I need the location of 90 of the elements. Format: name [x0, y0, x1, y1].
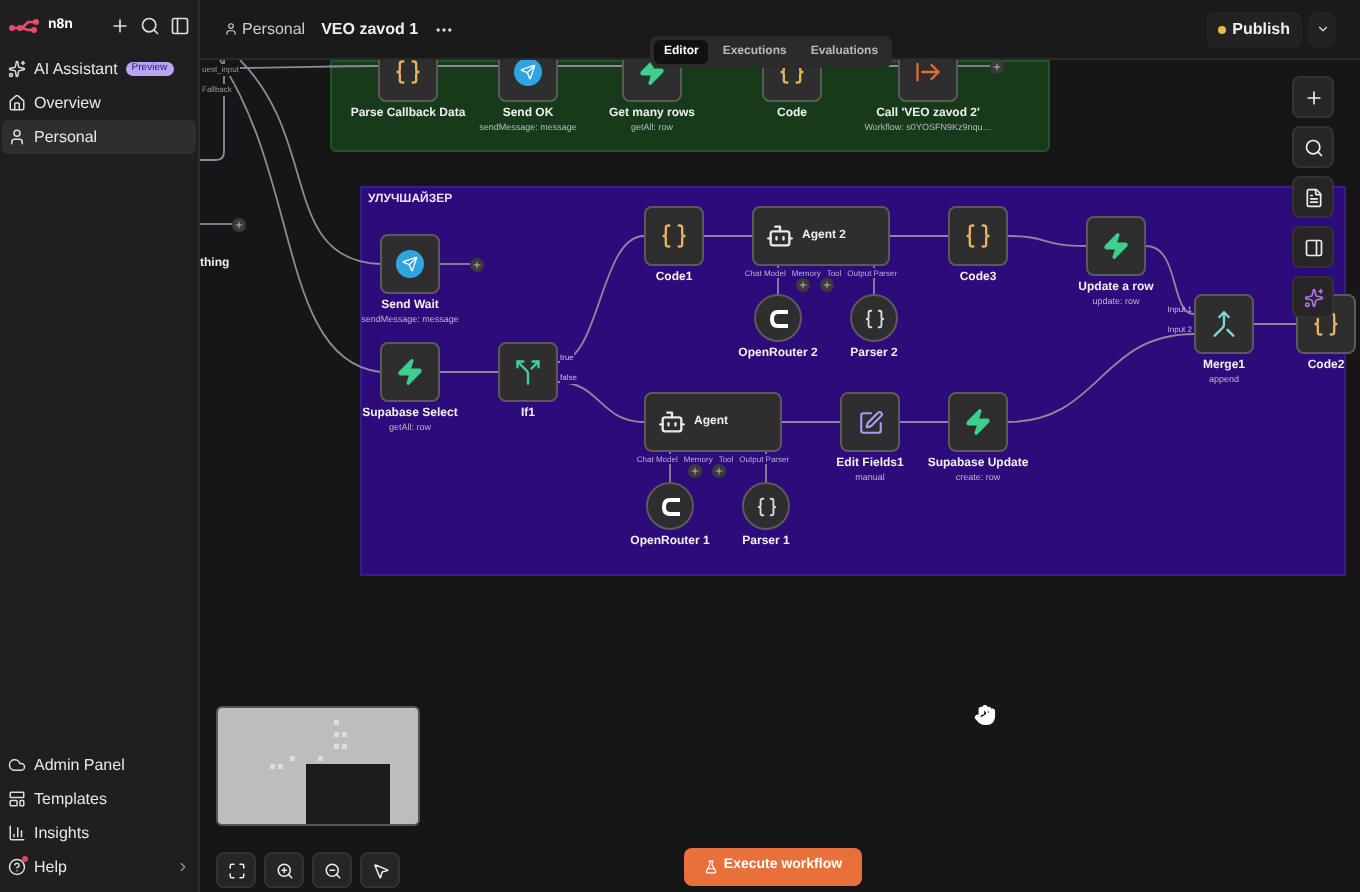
chevron-logo-icon	[767, 309, 789, 327]
publish-button[interactable]: Publish	[1206, 11, 1302, 47]
bar-chart-icon	[8, 824, 26, 842]
panel-icon	[1303, 237, 1323, 257]
workflow-node[interactable]	[380, 342, 440, 402]
canvas-tool-button[interactable]	[1292, 76, 1334, 118]
sidebar-item[interactable]: Admin Panel	[2, 748, 196, 782]
workflow-title[interactable]: VEO zavod 1	[321, 17, 419, 41]
braces-icon	[394, 60, 422, 86]
logo-icon	[8, 18, 40, 34]
zoom-out-icon	[323, 861, 341, 879]
flask-icon	[703, 860, 718, 874]
connector-line	[1007, 235, 1087, 247]
workflow-node[interactable]	[1194, 294, 1254, 354]
chevron-down-icon	[1315, 22, 1329, 36]
zoom-control-button[interactable]	[312, 852, 352, 888]
user-icon	[224, 22, 238, 36]
connector-line	[439, 263, 471, 265]
workflow-node[interactable]	[644, 206, 704, 266]
sidebar-item[interactable]: Templates	[2, 782, 196, 816]
hand-cursor-icon	[974, 704, 996, 726]
braces-icon	[660, 222, 688, 250]
pointer-icon	[371, 861, 389, 879]
add-icon[interactable]	[110, 16, 130, 36]
robot-icon	[766, 222, 794, 250]
lightning-icon	[964, 408, 992, 436]
braces-icon	[964, 222, 992, 250]
workflow-node[interactable]	[380, 234, 440, 294]
chevron-logo-icon	[659, 497, 681, 515]
sidebar-item[interactable]: Overview	[2, 86, 196, 120]
workflow-node[interactable]	[1086, 216, 1146, 276]
workflow-node[interactable]	[622, 60, 682, 102]
canvas-tool-button[interactable]	[1292, 226, 1334, 268]
workflow-node[interactable]	[898, 60, 958, 102]
workflow-node[interactable]	[498, 342, 558, 402]
template-icon	[8, 790, 26, 808]
plus-icon	[1303, 87, 1323, 107]
zoom-control-button[interactable]	[216, 852, 256, 888]
canvas-tool-button[interactable]	[1292, 126, 1334, 168]
search-icon	[1303, 137, 1323, 157]
home-icon	[8, 94, 26, 112]
sidebar-item[interactable]: Personal	[2, 120, 196, 154]
paper-plane-icon	[514, 60, 542, 86]
sidebar-item[interactable]: Help	[2, 850, 196, 884]
connector-line	[439, 371, 499, 373]
braces-icon	[1312, 310, 1340, 338]
sparkle-icon	[8, 60, 26, 78]
connector-line	[779, 421, 841, 423]
workflow-node[interactable]	[948, 206, 1008, 266]
breadcrumb-link[interactable]: Personal	[224, 17, 306, 41]
lightning-icon	[638, 60, 666, 86]
document-icon	[1303, 187, 1323, 207]
pen-square-icon	[857, 409, 883, 435]
split-icon	[514, 358, 542, 386]
search-icon[interactable]	[140, 16, 160, 36]
robot-icon	[658, 408, 686, 436]
workflow-node[interactable]	[498, 60, 558, 102]
sparkle-icon	[1303, 287, 1323, 307]
braces-icon	[755, 495, 777, 517]
sidebar-item[interactable]: Insights	[2, 816, 196, 850]
zoom-control-button[interactable]	[264, 852, 304, 888]
connector-line	[703, 235, 753, 237]
merge-icon	[1210, 310, 1238, 338]
connector-line	[1253, 323, 1297, 325]
connector-line	[899, 421, 949, 423]
lightning-icon	[1102, 232, 1130, 260]
connector-line	[557, 235, 645, 363]
fit-view-icon	[227, 861, 245, 879]
sidebar-toggle-icon[interactable]	[170, 16, 190, 36]
connector-line	[437, 65, 499, 67]
minimap[interactable]	[216, 706, 420, 826]
workflow-node[interactable]	[948, 392, 1008, 452]
connector-line	[889, 235, 949, 237]
braces-icon	[863, 307, 885, 329]
workflow-node[interactable]	[378, 60, 438, 102]
zoom-control-button[interactable]	[360, 852, 400, 888]
canvas-tool-button[interactable]	[1292, 176, 1334, 218]
lightning-icon	[396, 358, 424, 386]
help-icon	[8, 858, 26, 876]
user-icon	[8, 128, 26, 146]
connector-line	[557, 381, 645, 423]
add-node-handle[interactable]	[231, 217, 245, 231]
paper-plane-icon	[396, 250, 424, 278]
cloud-icon	[8, 756, 26, 774]
minimap-viewport	[306, 764, 390, 824]
chevron-right-icon	[176, 860, 190, 874]
workflow-node[interactable]	[840, 392, 900, 452]
connector-line	[557, 65, 623, 67]
connector-line	[957, 65, 991, 67]
zoom-in-icon	[275, 861, 293, 879]
